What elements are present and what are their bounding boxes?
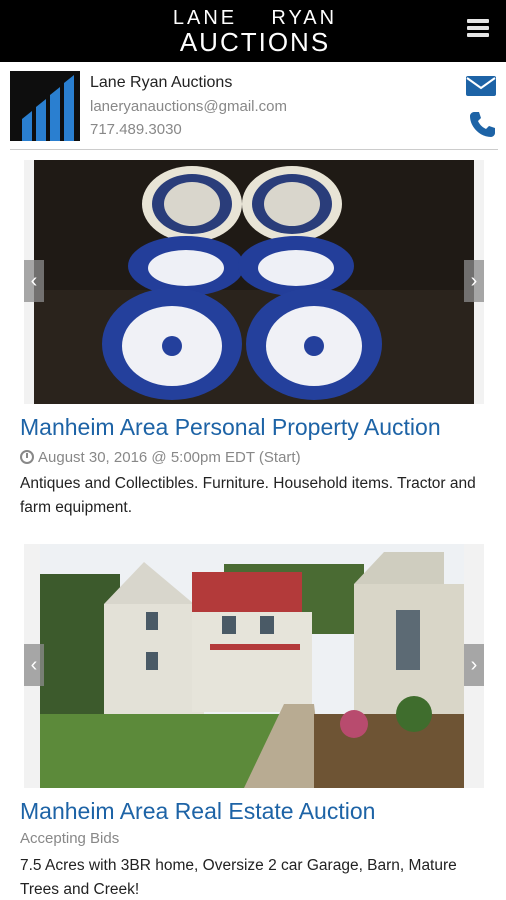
hamburger-icon[interactable] [464,16,492,44]
image-carousel[interactable]: ‹ › [24,544,484,788]
listing-title[interactable]: Manheim Area Personal Property Auction [20,414,441,441]
company-phone[interactable]: 717.489.3030 [90,121,182,138]
image-carousel[interactable]: ‹ › [24,160,484,404]
chevron-right-icon[interactable]: › [464,644,484,686]
listing-title[interactable]: Manheim Area Real Estate Auction [20,798,375,825]
listing-card[interactable]: ‹ › Manheim Area Personal Property Aucti… [20,160,486,520]
listing-date: August 30, 2016 @ 5:00pm EDT (Start) [20,448,301,466]
listing-date-text: August 30, 2016 @ 5:00pm EDT (Start) [38,449,301,466]
company-email[interactable]: laneryanauctions@gmail.com [90,98,287,115]
company-logo [10,71,80,141]
listing-photo[interactable] [24,160,484,404]
listing-photo[interactable] [24,544,484,788]
logo-line-1: LANE RYAN [172,7,338,29]
listing-card[interactable]: ‹ › Manheim Area Real Estate Auction Acc… [20,544,486,900]
chevron-right-icon[interactable]: › [464,260,484,302]
logo-line-2: AUCTIONS [179,27,331,57]
phone-icon[interactable] [468,110,496,138]
site-logo[interactable]: LANE RYAN AUCTIONS [160,8,350,55]
listing-status: Accepting Bids [20,830,120,847]
contact-card: Lane Ryan Auctions laneryanauctions@gmai… [10,70,498,150]
top-bar: LANE RYAN AUCTIONS [0,0,506,62]
envelope-icon[interactable] [466,76,496,96]
listing-description: 7.5 Acres with 3BR home, Oversize 2 car … [20,857,457,898]
chevron-left-icon[interactable]: ‹ [24,260,44,302]
chevron-left-icon[interactable]: ‹ [24,644,44,686]
company-name: Lane Ryan Auctions [90,74,233,91]
clock-icon [20,450,34,464]
listing-description: Antiques and Collectibles. Furniture. Ho… [20,475,476,516]
